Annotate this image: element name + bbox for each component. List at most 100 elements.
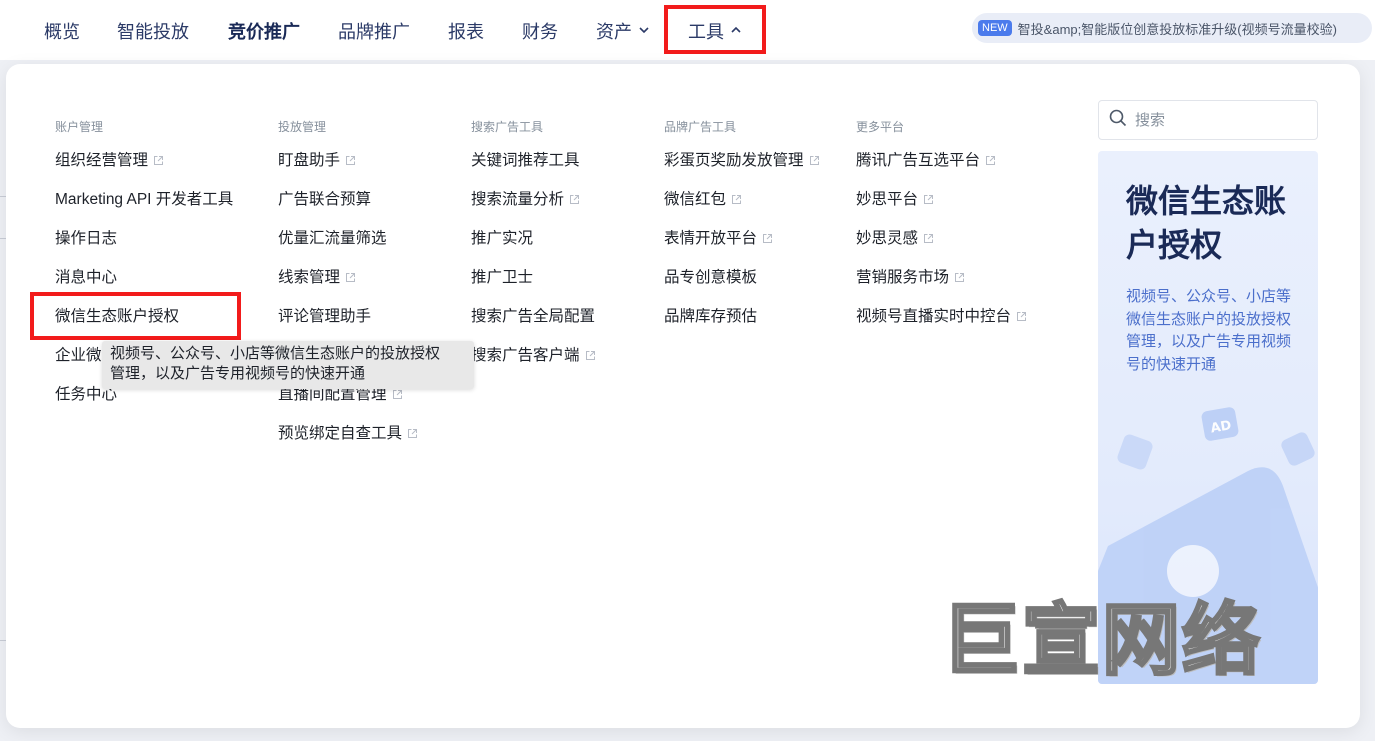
menu-item[interactable]: 品专创意模板 — [664, 266, 820, 305]
menu-item[interactable]: 推广卫士 — [471, 266, 596, 305]
external-link-icon — [731, 194, 742, 205]
menu-column-title: 投放管理 — [278, 120, 327, 134]
menu-item[interactable]: 搜索广告全局配置 — [471, 305, 596, 344]
menu-column-search-ad-tools: 搜索广告工具关键词推荐工具 搜索流量分析 推广实况推广卫士搜索广告全局配置 搜索广告客… — [471, 118, 596, 383]
menu-column-title: 搜索广告工具 — [471, 120, 544, 134]
nav-label: 品牌推广 — [338, 22, 410, 42]
menu-item[interactable]: 盯盘助手 — [278, 149, 418, 188]
menu-item-label: 优量汇流量筛选 — [278, 230, 387, 247]
annotation-highlight-box — [30, 292, 241, 340]
menu-item-label: 企业微 — [55, 347, 102, 364]
external-link-icon — [923, 194, 934, 205]
menu-item[interactable]: 妙思平台 — [856, 188, 1027, 227]
menu-item-label: 盯盘助手 — [278, 152, 341, 169]
menu-item-label: 组织经营管理 — [55, 152, 149, 169]
external-link-icon — [585, 350, 596, 361]
nav-finance[interactable]: 财务 — [522, 18, 558, 44]
menu-item[interactable]: 腾讯广告互选平台 — [856, 149, 1027, 188]
menu-item-label: 推广实况 — [471, 230, 534, 247]
menu-item-label: 评论管理助手 — [278, 308, 372, 325]
menu-item[interactable]: 微信红包 — [664, 188, 820, 227]
nav-smart-delivery[interactable]: 智能投放 — [117, 18, 189, 44]
nav-overview[interactable]: 概览 — [44, 18, 80, 44]
menu-item[interactable]: 广告联合预算 — [278, 188, 418, 227]
menu-item-label: 表情开放平台 — [664, 230, 758, 247]
menu-item-label: 搜索流量分析 — [471, 191, 565, 208]
menu-column-title: 品牌广告工具 — [664, 120, 737, 134]
menu-item[interactable]: 操作日志 — [55, 227, 233, 266]
menu-item-label: 搜索广告全局配置 — [471, 308, 596, 325]
external-link-icon — [923, 233, 934, 244]
menu-item-label: 搜索广告客户端 — [471, 347, 580, 364]
menu-item-label: 关键词推荐工具 — [471, 152, 580, 169]
menu-item-tooltip: 视频号、公众号、小店等微信生态账户的投放授权 管理，以及广告专用视频号的快速开通 — [102, 341, 474, 389]
menu-item[interactable]: 关键词推荐工具 — [471, 149, 596, 188]
watermark: 巨宣网络 — [940, 595, 1263, 686]
menu-item-label: 操作日志 — [55, 230, 118, 247]
tooltip-line: 视频号、公众号、小店等微信生态账户的投放授权 — [110, 345, 441, 362]
menu-item-label: 腾讯广告互选平台 — [856, 152, 981, 169]
menu-item-label: 彩蛋页奖励发放管理 — [664, 152, 804, 169]
external-link-icon — [1016, 311, 1027, 322]
external-link-icon — [954, 272, 965, 283]
nav-bidding-promotion[interactable]: 竞价推广 — [228, 18, 300, 44]
menu-item[interactable]: 组织经营管理 — [55, 149, 233, 188]
menu-item-label: 广告联合预算 — [278, 191, 372, 208]
menu-item[interactable]: 搜索广告客户端 — [471, 344, 596, 383]
menu-item[interactable]: 营销服务市场 — [856, 266, 1027, 305]
nav-assets[interactable]: 资产 — [596, 18, 650, 44]
nav-brand-promotion[interactable]: 品牌推广 — [338, 18, 410, 44]
menu-item[interactable]: 表情开放平台 — [664, 227, 820, 266]
external-link-icon — [392, 389, 403, 400]
external-link-icon — [569, 194, 580, 205]
menu-item[interactable]: Marketing API 开发者工具 — [55, 188, 233, 227]
external-link-icon — [407, 428, 418, 439]
nav-reports[interactable]: 报表 — [448, 18, 484, 44]
announcement-text: 智投&amp;智能版位创意投放标准升级(视频号流量校验) — [1017, 21, 1337, 37]
menu-item[interactable]: 预览绑定自查工具 — [278, 422, 418, 461]
menu-item[interactable]: 线索管理 — [278, 266, 418, 305]
menu-item[interactable]: 品牌库存预估 — [664, 305, 820, 344]
menu-item[interactable]: 彩蛋页奖励发放管理 — [664, 149, 820, 188]
nav-label: 资产 — [596, 22, 632, 42]
menu-item[interactable]: 搜索流量分析 — [471, 188, 596, 227]
annotation-highlight-box — [664, 5, 766, 54]
menu-column-brand-ad-tools: 品牌广告工具彩蛋页奖励发放管理 微信红包表情开放平台 品专创意模板 品牌库存预估 — [664, 118, 820, 344]
menu-item[interactable]: 推广实况 — [471, 227, 596, 266]
nav-label: 竞价推广 — [228, 22, 300, 42]
search-input[interactable] — [1133, 110, 1307, 130]
new-badge: NEW — [978, 20, 1012, 36]
nav-label: 概览 — [44, 22, 80, 42]
tools-search[interactable] — [1098, 100, 1318, 140]
menu-item-label: 预览绑定自查工具 — [278, 425, 403, 442]
menu-item-label: 妙思平台 — [856, 191, 919, 208]
nav-label: 智能投放 — [117, 22, 189, 42]
menu-column-delivery-management: 投放管理 盯盘助手 广告联合预算 优量汇流量筛选 线索管理 评论管理助手 直播间配置管理 预览… — [278, 118, 418, 461]
nav-label: 报表 — [448, 22, 484, 42]
menu-item-label: 妙思灵感 — [856, 230, 919, 247]
menu-item[interactable]: 视频号直播实时中控台 — [856, 305, 1027, 344]
menu-item-label: 推广卫士 — [471, 269, 534, 286]
external-link-icon — [345, 272, 356, 283]
tooltip-line: 管理，以及广告专用视频号的快速开通 — [110, 365, 366, 382]
menu-item[interactable]: 评论管理助手 — [278, 305, 418, 344]
menu-item[interactable]: 妙思灵感 — [856, 227, 1027, 266]
menu-item-label: 营销服务市场 — [856, 269, 950, 286]
menu-column-more-platforms: 更多平台 腾讯广告互选平台 妙思平台 妙思灵感 营销服务市场 视频号直播实时中控台 — [856, 118, 1027, 344]
menu-item-label: 微信红包 — [664, 191, 727, 208]
external-link-icon — [809, 155, 820, 166]
announcement-bar[interactable]: NEW 智投&amp;智能版位创意投放标准升级(视频号流量校验) — [972, 13, 1372, 43]
external-link-icon — [345, 155, 356, 166]
external-link-icon — [153, 155, 164, 166]
menu-column-title: 账户管理 — [55, 120, 104, 134]
menu-item-label: 品牌库存预估 — [664, 308, 758, 325]
nav-label: 财务 — [522, 22, 558, 42]
external-link-icon — [762, 233, 773, 244]
menu-item-label: 消息中心 — [55, 269, 118, 286]
menu-item-label: 品专创意模板 — [664, 269, 758, 286]
top-nav: 概览 智能投放 竞价推广 品牌推广 报表 财务 资产 工具 NEW 智投&amp… — [0, 0, 1375, 60]
menu-item-label: Marketing API 开发者工具 — [55, 191, 234, 208]
menu-item-label: 线索管理 — [278, 269, 341, 286]
search-icon — [1109, 109, 1127, 132]
menu-item[interactable]: 优量汇流量筛选 — [278, 227, 418, 266]
